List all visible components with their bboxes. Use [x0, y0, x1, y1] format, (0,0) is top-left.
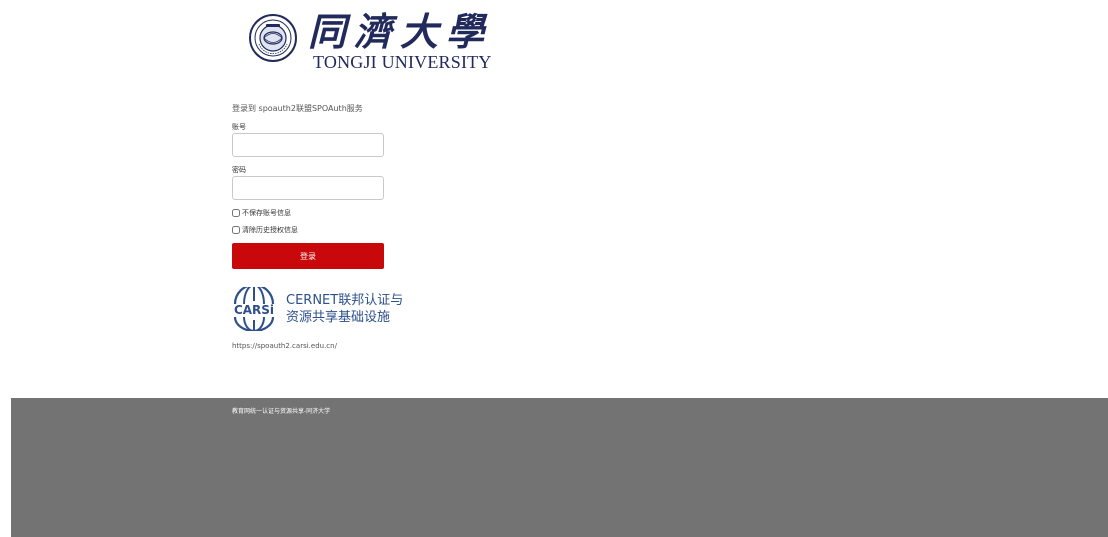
password-label: 密码: [232, 166, 246, 174]
clear-history-option[interactable]: 清除历史授权信息: [232, 225, 298, 235]
login-page: 同濟大學 TONGJI UNIVERSITY 登录到 spoauth2联盟SPO…: [0, 0, 1108, 537]
clear-history-label: 清除历史授权信息: [242, 226, 298, 234]
account-label: 账号: [232, 123, 246, 131]
carsi-logo-text: CARSi: [234, 303, 274, 317]
dont-save-account-option[interactable]: 不保存账号信息: [232, 208, 291, 218]
carsi-globe-icon: CARSi: [233, 287, 275, 331]
login-title: 登录到 spoauth2联盟SPOAuth服务: [232, 104, 363, 113]
tongji-logo: 同濟大學 TONGJI UNIVERSITY: [246, 10, 491, 72]
password-input[interactable]: [232, 176, 384, 200]
login-button[interactable]: 登录: [232, 243, 384, 269]
carsi-line-1: CERNET联邦认证与: [286, 293, 404, 308]
clear-history-checkbox[interactable]: [232, 226, 240, 234]
logo-chinese-name: 同濟大學: [308, 9, 493, 54]
logo-english-name: TONGJI UNIVERSITY: [313, 52, 492, 72]
dont-save-account-checkbox[interactable]: [232, 209, 240, 217]
footer-text: 教育网统一认证与资源共享-同济大学: [232, 408, 331, 415]
carsi-description: CERNET联邦认证与 资源共享基础设施: [286, 292, 403, 326]
dont-save-account-label: 不保存账号信息: [242, 209, 291, 217]
footer: 教育网统一认证与资源共享-同济大学: [11, 398, 1108, 537]
carsi-line-2: 资源共享基础设施: [286, 310, 391, 325]
tongji-seal-icon: [249, 14, 297, 62]
account-input[interactable]: [232, 133, 384, 157]
carsi-url: https://spoauth2.carsi.edu.cn/: [232, 342, 337, 350]
